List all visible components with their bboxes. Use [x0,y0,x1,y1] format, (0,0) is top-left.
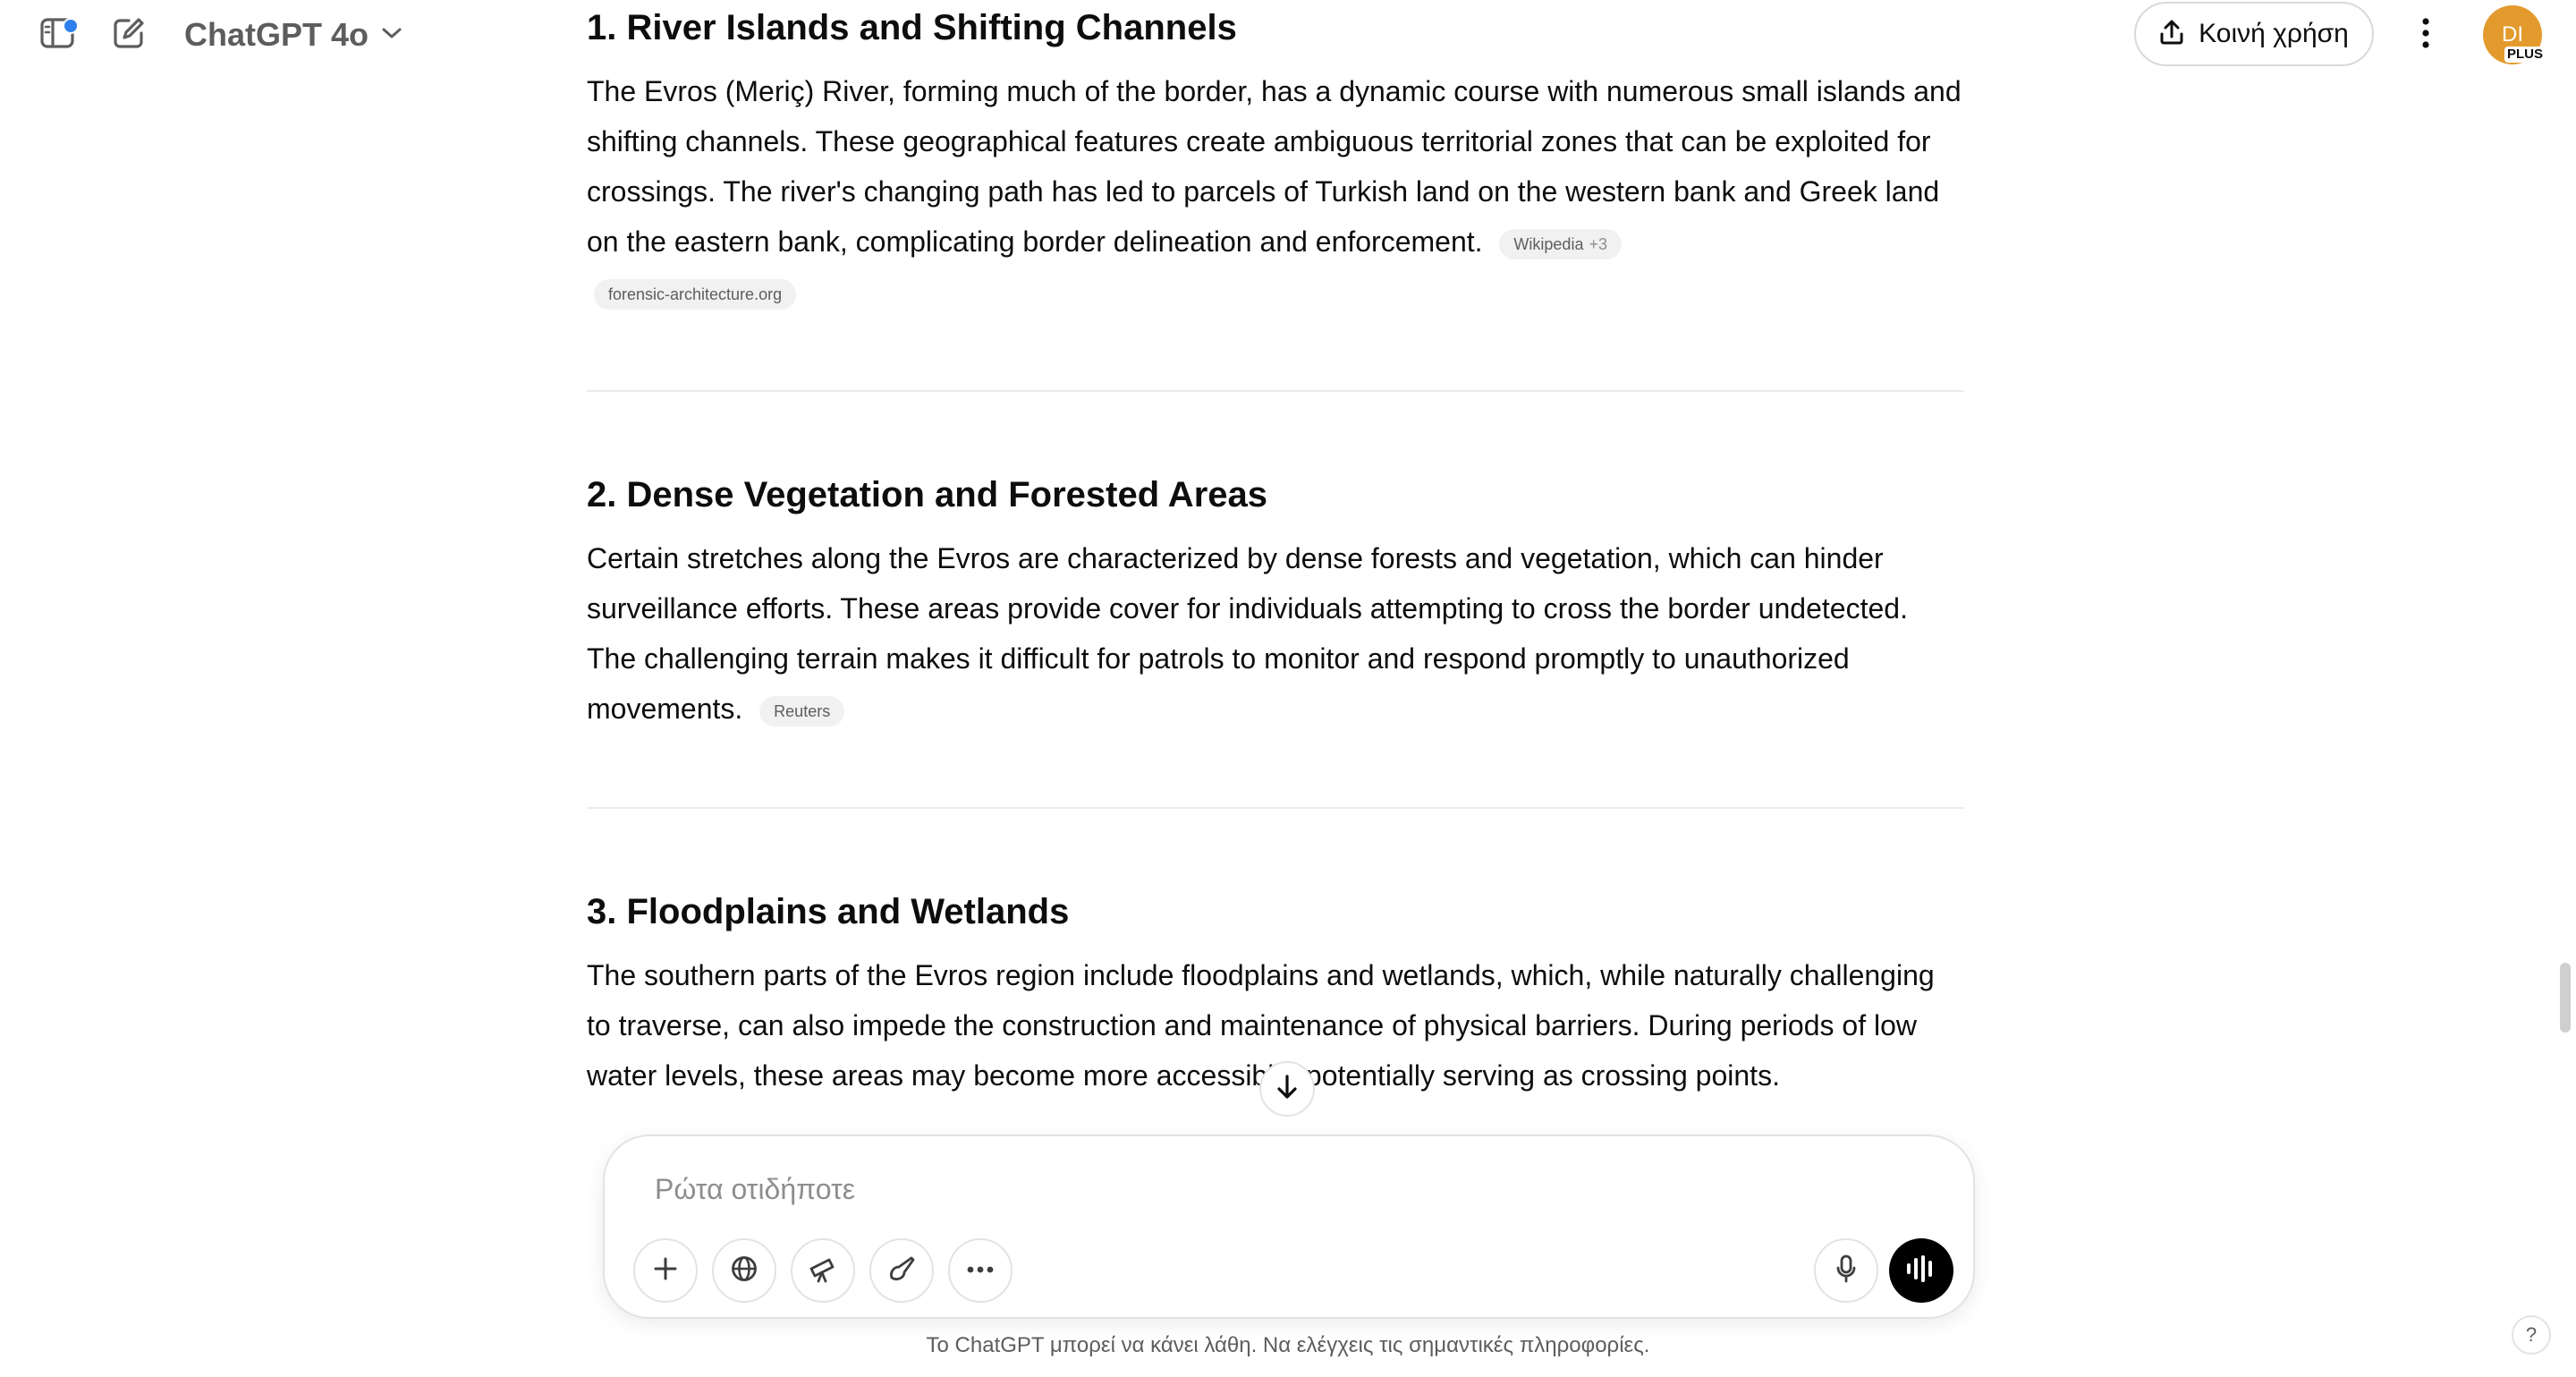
add-attachment-button[interactable] [633,1238,698,1303]
arrow-down-icon [1275,1074,1300,1105]
scrollbar-thumb[interactable] [2560,963,2571,1033]
citation-label: Reuters [774,701,831,720]
deep-research-button[interactable] [791,1238,855,1303]
edit-icon [111,15,147,55]
help-label: ? [2525,1323,2538,1346]
search-web-button[interactable] [712,1238,776,1303]
microphone-icon [1835,1254,1857,1288]
model-title: ChatGPT 4o [184,16,369,53]
globe-icon [730,1254,758,1288]
section-body: The Evros (Meriç) River, forming much of… [587,66,1964,317]
section-text: The southern parts of the Evros region i… [587,959,1935,1092]
citation-label: Wikipedia [1513,234,1584,253]
section-river-islands: 1. River Islands and Shifting Channels T… [587,4,1964,317]
plan-badge: PLUS [2504,47,2546,63]
section-body: Certain stretches along the Evros are ch… [587,533,1964,734]
section-text: The Evros (Meriç) River, forming much of… [587,75,1962,258]
citation-chip[interactable]: forensic-architecture.org [594,278,797,310]
section-title: 3. Floodplains and Wetlands [587,892,1070,931]
citation-chip[interactable]: Reuters [759,695,845,727]
plus-icon [652,1255,679,1287]
section-title: 2. Dense Vegetation and Forested Areas [587,475,1267,514]
sidebar-toggle-button[interactable] [32,13,82,57]
composer [603,1135,1975,1319]
notification-dot [63,18,79,34]
share-label: Κοινή χρήση [2199,19,2349,48]
horizontal-dots-icon [966,1262,995,1279]
chevron-down-icon [381,26,402,45]
section-title: 1. River Islands and Shifting Channels [587,8,1237,47]
more-tools-button[interactable] [948,1238,1013,1303]
section-dense-vegetation: 2. Dense Vegetation and Forested Areas C… [587,471,1964,734]
citation-chip[interactable]: Wikipedia +3 [1499,228,1622,259]
voice-mode-button[interactable] [1889,1238,1953,1303]
more-options-button[interactable] [2404,11,2447,59]
share-button[interactable]: Κοινή χρήση [2134,2,2374,66]
telescope-icon [808,1254,838,1288]
prompt-input[interactable] [653,1161,1909,1217]
citation-label: forensic-architecture.org [608,285,783,303]
vertical-dots-icon [2421,17,2430,54]
avatar-initials: DI [2502,22,2523,47]
new-chat-button[interactable] [104,13,154,57]
scroll-to-bottom-button[interactable] [1259,1061,1315,1117]
create-image-button[interactable] [869,1238,934,1303]
disclaimer-text: Το ChatGPT μπορεί να κάνει λάθη. Να ελέγ… [926,1333,1650,1357]
model-selector[interactable]: ChatGPT 4o [175,11,411,59]
dictate-button[interactable] [1814,1238,1878,1303]
section-divider [587,807,1964,809]
upload-icon [2159,19,2184,50]
section-divider [587,390,1964,392]
help-button[interactable]: ? [2512,1315,2551,1355]
brush-icon [886,1254,917,1288]
citation-extra-count: +3 [1589,234,1607,253]
voice-waveform-icon [1905,1254,1937,1288]
